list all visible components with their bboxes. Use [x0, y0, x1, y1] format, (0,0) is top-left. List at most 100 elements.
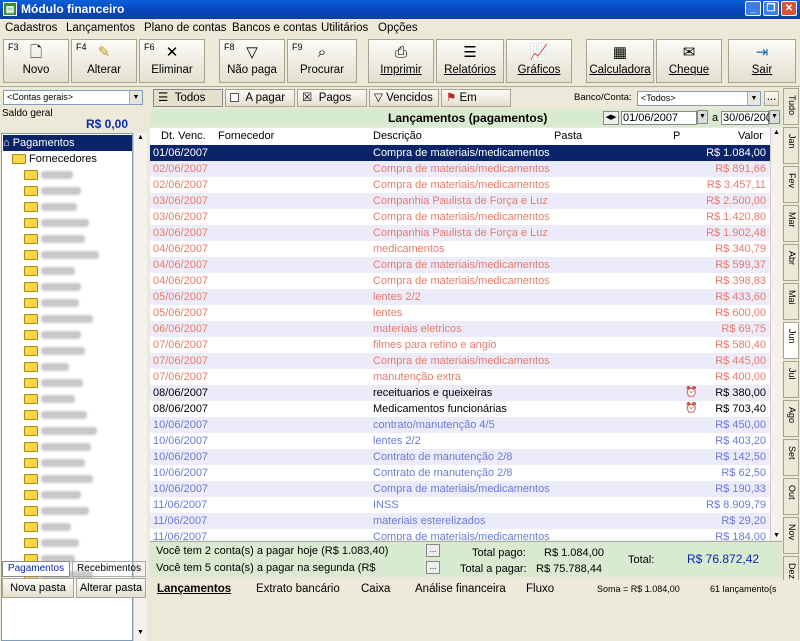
table-row[interactable]: 10/06/2007 Compra de materiais/medicament…	[150, 481, 770, 497]
chevron-down-icon[interactable]: ▼	[747, 92, 760, 105]
tree-root[interactable]: ⌂ Pagamentos	[3, 135, 132, 151]
date-to-field[interactable]: 30/06/2007	[721, 111, 778, 125]
alert-segunda-button[interactable]: ...	[426, 561, 440, 574]
procurar-button[interactable]: F9 ⌕ Procurar	[287, 39, 357, 83]
scroll-up-icon[interactable]: ▲	[771, 129, 782, 136]
tree-leaf-folder[interactable]	[24, 263, 75, 279]
tree-leaf-folder[interactable]	[24, 327, 81, 343]
table-row[interactable]: 07/06/2007 manutenção extra R$ 400,00	[150, 369, 770, 385]
tab-extrato-bancario[interactable]: Extrato bancário	[256, 581, 340, 597]
date-from-field[interactable]: 01/06/2007	[621, 111, 697, 125]
imprimir-button[interactable]: ⎙ Imprimir	[368, 39, 434, 83]
tree-leaf-folder[interactable]	[24, 487, 81, 503]
tree-leaf-folder[interactable]	[24, 423, 97, 439]
calculadora-button[interactable]: ▦ Calculadora	[586, 39, 654, 83]
tree-leaf-folder[interactable]	[24, 247, 99, 263]
table-row[interactable]: 11/06/2007 Compra de materiais/medicament…	[150, 529, 770, 540]
tab-caixa[interactable]: Caixa	[361, 581, 390, 597]
table-row[interactable]: 10/06/2007 contrato/manutenção 4/5 R$ 450,…	[150, 417, 770, 433]
filter-a-pagar-button[interactable]: A pagar	[225, 89, 295, 107]
menu-utilitarios[interactable]: Utilitários	[321, 22, 368, 34]
tree-leaf-folder[interactable]	[24, 471, 93, 487]
tree-leaf-folder[interactable]	[24, 167, 73, 183]
month-tab-set[interactable]: Set	[783, 439, 799, 476]
table-row[interactable]: 03/06/2007 Companhia Paulista de Força e …	[150, 225, 770, 241]
scroll-down-icon[interactable]: ▼	[771, 532, 782, 539]
tree-leaf-folder[interactable]	[24, 279, 81, 295]
table-row[interactable]: 04/06/2007 Compra de materiais/medicament…	[150, 257, 770, 273]
cheque-button[interactable]: ✉ Cheque	[656, 39, 722, 83]
scroll-down-icon[interactable]: ▼	[135, 629, 146, 640]
tree-leaf-folder[interactable]	[24, 455, 85, 471]
col-fornecedor[interactable]: Fornecedor	[218, 128, 274, 144]
eliminar-button[interactable]: F6 ✕ Eliminar	[139, 39, 205, 83]
table-row[interactable]: 08/06/2007 Medicamentos funcionárias ⏰ R$ 7…	[150, 401, 770, 417]
filter-vencidos-button[interactable]: ▽ Vencidos	[369, 89, 439, 107]
table-row[interactable]: 03/06/2007 Companhia Paulista de Força e …	[150, 193, 770, 209]
table-row[interactable]: 04/06/2007 medicamentos R$ 340,79	[150, 241, 770, 257]
tree-leaf-folder[interactable]	[24, 215, 89, 231]
alterar-button[interactable]: F4 ✎ Alterar	[71, 39, 137, 83]
col-p[interactable]: P	[673, 128, 680, 144]
tree-leaf-folder[interactable]	[24, 183, 81, 199]
tree-leaf-folder[interactable]	[24, 503, 89, 519]
nova-pasta-button[interactable]: Nova pasta	[2, 578, 74, 598]
table-row[interactable]: 11/06/2007 materiais esterelizados R$ 29,2…	[150, 513, 770, 529]
tab-pagamentos[interactable]: Pagamentos	[2, 561, 70, 577]
table-scrollbar[interactable]: ▲ ▼	[770, 128, 782, 540]
tab-analise-financeira[interactable]: Análise financeira	[415, 581, 506, 597]
filter-todos-button[interactable]: ☰ Todos	[153, 89, 223, 107]
tree-leaf-folder[interactable]	[24, 375, 83, 391]
month-tab-jun[interactable]: Jun	[783, 322, 799, 359]
tree-leaf-folder[interactable]	[24, 359, 69, 375]
prev-next-icon[interactable]: ◀▶	[603, 111, 619, 125]
menu-opcoes[interactable]: Opções	[378, 22, 418, 34]
tab-recebimentos[interactable]: Recebimentos	[72, 561, 146, 577]
close-button[interactable]: ✕	[781, 1, 797, 16]
table-row[interactable]: 02/06/2007 Compra de materiais/medicament…	[150, 161, 770, 177]
tree-leaf-folder[interactable]	[24, 439, 91, 455]
month-tab-mar[interactable]: Mar	[783, 205, 799, 242]
month-tab-jul[interactable]: Jul	[783, 361, 799, 398]
filter-em-atraso-button[interactable]: ⚑ Em atraso	[441, 89, 511, 120]
table-row[interactable]: 06/06/2007 materiais eletricos R$ 69,75	[150, 321, 770, 337]
tree-node-fornecedores[interactable]: Fornecedores	[12, 151, 97, 167]
table-row[interactable]: 07/06/2007 filmes para retino e angio R$ 5…	[150, 337, 770, 353]
menu-bancos-e-contas[interactable]: Bancos e contas	[232, 22, 317, 34]
account-combo[interactable]: <Contas gerais> ▼	[3, 90, 143, 105]
tree-leaf-folder[interactable]	[24, 295, 79, 311]
tree-leaf-folder[interactable]	[24, 343, 85, 359]
tree-leaf-folder[interactable]	[24, 535, 79, 551]
table-row[interactable]: 10/06/2007 Contrato de manutenção 2/8 R$ 1…	[150, 449, 770, 465]
novo-button[interactable]: F3 🗋 Novo	[3, 39, 69, 83]
table-row[interactable]: 05/06/2007 lentes 2/2 R$ 433,60	[150, 289, 770, 305]
table-row[interactable]: 02/06/2007 Compra de materiais/medicament…	[150, 177, 770, 193]
month-tab-nov[interactable]: Nov	[783, 517, 799, 554]
nao-paga-button[interactable]: F8 ▽ Não paga	[219, 39, 285, 83]
month-tab-mai[interactable]: Mai	[783, 283, 799, 320]
table-row[interactable]: 11/06/2007 INSS R$ 8.909,79	[150, 497, 770, 513]
table-row[interactable]: 07/06/2007 Compra de materiais/medicament…	[150, 353, 770, 369]
sair-button[interactable]: ⇥ Sair	[728, 39, 796, 83]
chevron-down-icon[interactable]: ▼	[697, 110, 708, 124]
menu-lancamentos[interactable]: Lançamentos	[66, 22, 135, 34]
banco-conta-combo[interactable]: <Todos> ▼	[637, 91, 761, 106]
relatorios-button[interactable]: ☰ Relatórios	[436, 39, 504, 83]
tree-leaf-folder[interactable]	[24, 407, 87, 423]
col-dt-venc[interactable]: Dt. Venc.	[161, 128, 206, 144]
chevron-down-icon[interactable]: ▼	[129, 91, 142, 104]
tree-leaf-folder[interactable]	[24, 231, 85, 247]
restore-button[interactable]: ❐	[763, 1, 779, 16]
month-tab-abr[interactable]: Abr	[783, 244, 799, 281]
banco-conta-more-button[interactable]: ...	[764, 91, 779, 106]
month-tab-ago[interactable]: Ago	[783, 400, 799, 437]
table-row[interactable]: 10/06/2007 Contrato de manutenção 2/8 R$ 6…	[150, 465, 770, 481]
col-valor[interactable]: Valor	[738, 128, 763, 144]
tab-lancamentos[interactable]: Lançamentos	[157, 581, 231, 597]
month-tab-out[interactable]: Out	[783, 478, 799, 515]
tree-leaf-folder[interactable]	[24, 519, 71, 535]
minimize-button[interactable]: _	[745, 1, 761, 16]
menu-cadastros[interactable]: Cadastros	[5, 22, 57, 34]
tree-leaf-folder[interactable]	[24, 311, 93, 327]
menu-plano-de-contas[interactable]: Plano de contas	[144, 22, 226, 34]
